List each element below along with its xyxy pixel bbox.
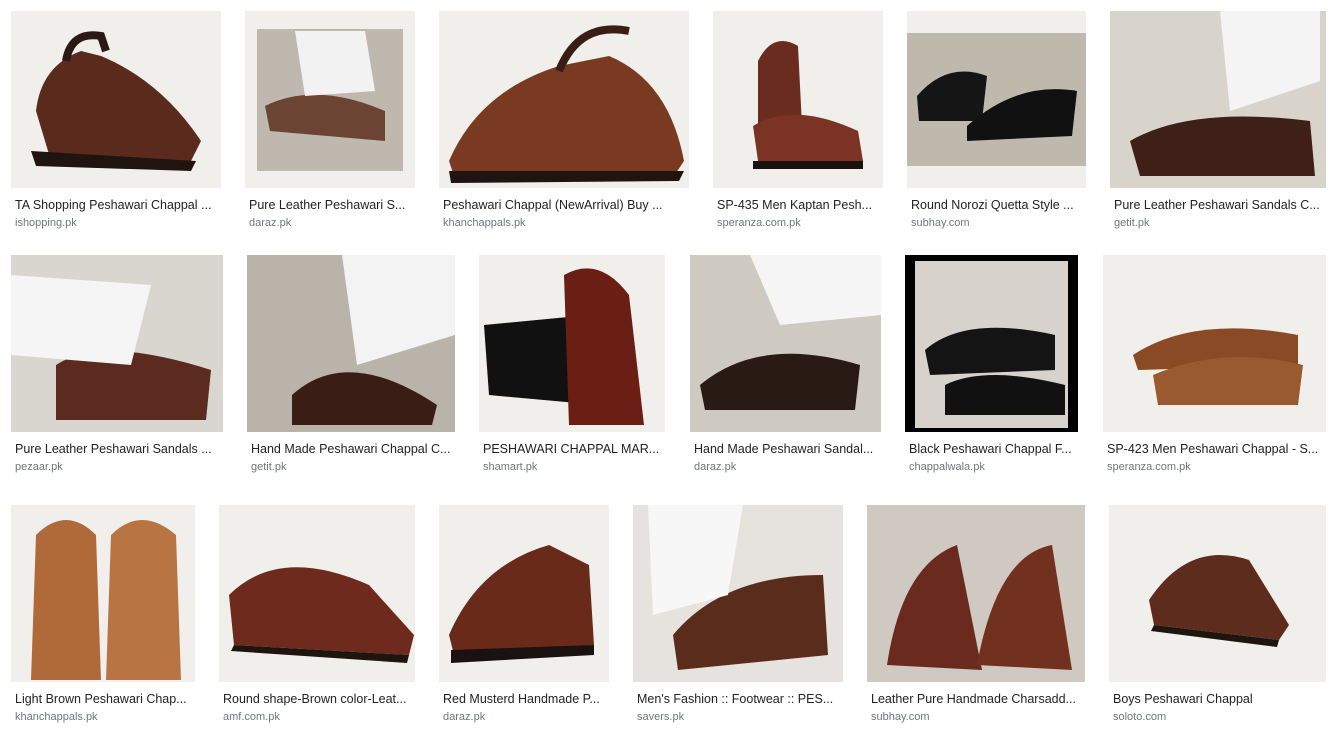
results-row: Pure Leather Peshawari Sandals ... pezaa… xyxy=(0,255,1341,495)
black-chappal-worn-icon xyxy=(690,255,881,432)
result-title[interactable]: Pure Leather Peshawari Sandals ... xyxy=(15,442,219,456)
result-title[interactable]: Pure Leather Peshawari Sandals C... xyxy=(1114,198,1322,212)
brown-chappal-worn-icon xyxy=(633,505,843,682)
results-row: Light Brown Peshawari Chap... khanchappa… xyxy=(0,505,1341,745)
image-result[interactable]: SP-435 Men Kaptan Pesh... speranza.com.p… xyxy=(713,11,883,247)
dark-brown-chappal-worn-icon xyxy=(1110,11,1326,188)
results-row: TA Shopping Peshawari Chappal ... ishopp… xyxy=(0,11,1341,251)
result-source: daraz.pk xyxy=(694,461,737,473)
result-source: speranza.com.pk xyxy=(717,217,801,229)
result-source: getit.pk xyxy=(251,461,287,473)
image-result[interactable]: Pure Leather Peshawari S... daraz.pk xyxy=(245,11,415,247)
result-title[interactable]: Round Norozi Quetta Style ... xyxy=(911,198,1082,212)
image-result[interactable]: Men's Fashion :: Footwear :: PES... save… xyxy=(633,505,843,741)
reddish-brown-chappal-icon xyxy=(31,31,201,171)
result-source: soloto.com xyxy=(1113,711,1167,723)
reddish-brown-chappal-icon xyxy=(449,25,684,183)
image-result[interactable]: Peshawari Chappal (NewArrival) Buy ... k… xyxy=(439,11,689,247)
result-title[interactable]: Leather Pure Handmade Charsadd... xyxy=(871,692,1081,706)
result-source: ishopping.pk xyxy=(15,217,77,229)
result-source: amf.com.pk xyxy=(223,711,280,723)
result-source: subhay.com xyxy=(871,711,930,723)
result-title[interactable]: SP-435 Men Kaptan Pesh... xyxy=(717,198,879,212)
result-title[interactable]: Pure Leather Peshawari S... xyxy=(249,198,411,212)
result-thumbnail[interactable] xyxy=(11,255,223,432)
image-result[interactable]: Pure Leather Peshawari Sandals ... pezaa… xyxy=(11,255,223,491)
reddish-brown-chappal-icon xyxy=(449,545,594,663)
image-result[interactable]: Red Musterd Handmade P... daraz.pk xyxy=(439,505,609,741)
result-thumbnail[interactable] xyxy=(1110,11,1326,188)
image-result[interactable]: Hand Made Peshawari Sandal... daraz.pk xyxy=(690,255,881,491)
result-source: speranza.com.pk xyxy=(1107,461,1191,473)
image-result[interactable]: Round shape-Brown color-Leat... amf.com.… xyxy=(219,505,415,741)
result-thumbnail[interactable] xyxy=(633,505,843,682)
brown-chappal-worn-icon xyxy=(257,29,403,171)
image-result[interactable]: Pure Leather Peshawari Sandals C... geti… xyxy=(1110,11,1326,247)
image-result[interactable]: PESHAWARI CHAPPAL MAR... shamart.pk xyxy=(479,255,665,491)
result-title[interactable]: SP-423 Men Peshawari Chappal - S... xyxy=(1107,442,1322,456)
black-chappal-worn-icon xyxy=(905,255,1078,432)
result-thumbnail[interactable] xyxy=(1109,505,1326,682)
result-title[interactable]: Hand Made Peshawari Sandal... xyxy=(694,442,877,456)
result-thumbnail[interactable] xyxy=(690,255,881,432)
result-title[interactable]: Boys Peshawari Chappal xyxy=(1113,692,1322,706)
result-source: daraz.pk xyxy=(443,711,486,723)
maroon-chappal-icon xyxy=(484,268,644,425)
result-thumbnail[interactable] xyxy=(713,11,883,188)
result-title[interactable]: Peshawari Chappal (NewArrival) Buy ... xyxy=(443,198,685,212)
dark-brown-chappal-worn-icon xyxy=(247,255,455,432)
result-thumbnail[interactable] xyxy=(247,255,455,432)
result-thumbnail[interactable] xyxy=(867,505,1085,682)
result-title[interactable]: Red Musterd Handmade P... xyxy=(443,692,605,706)
image-result[interactable]: Round Norozi Quetta Style ... subhay.com xyxy=(907,11,1086,247)
brown-chappal-pair-icon xyxy=(867,505,1085,682)
result-source: chappalwala.pk xyxy=(909,461,985,473)
result-source: getit.pk xyxy=(1114,217,1150,229)
result-thumbnail[interactable] xyxy=(219,505,415,682)
result-thumbnail[interactable] xyxy=(439,11,689,188)
result-thumbnail[interactable] xyxy=(439,505,609,682)
result-source: khanchappals.pk xyxy=(15,711,98,723)
image-result[interactable]: Light Brown Peshawari Chap... khanchappa… xyxy=(11,505,195,741)
result-thumbnail[interactable] xyxy=(11,11,221,188)
result-thumbnail[interactable] xyxy=(11,505,195,682)
result-thumbnail[interactable] xyxy=(907,11,1086,188)
result-title[interactable]: Round shape-Brown color-Leat... xyxy=(223,692,411,706)
result-title[interactable]: Hand Made Peshawari Chappal C... xyxy=(251,442,451,456)
brown-chappal-pair-icon xyxy=(753,41,863,169)
result-title[interactable]: Men's Fashion :: Footwear :: PES... xyxy=(637,692,839,706)
result-source: subhay.com xyxy=(911,217,970,229)
result-title[interactable]: TA Shopping Peshawari Chappal ... xyxy=(15,198,217,212)
image-result[interactable]: Black Peshawari Chappal F... chappalwala… xyxy=(905,255,1078,491)
result-thumbnail[interactable] xyxy=(905,255,1078,432)
light-brown-chappal-pair-icon xyxy=(31,520,181,680)
image-result[interactable]: Hand Made Peshawari Chappal C... getit.p… xyxy=(247,255,455,491)
brown-chappal-worn-icon xyxy=(11,255,223,432)
reddish-brown-chappal-icon xyxy=(229,567,414,663)
image-result[interactable]: TA Shopping Peshawari Chappal ... ishopp… xyxy=(11,11,221,247)
result-thumbnail[interactable] xyxy=(479,255,665,432)
result-thumbnail[interactable] xyxy=(245,11,415,188)
image-result[interactable]: Boys Peshawari Chappal soloto.com xyxy=(1109,505,1326,741)
result-source: khanchappals.pk xyxy=(443,217,526,229)
result-title[interactable]: Black Peshawari Chappal F... xyxy=(909,442,1074,456)
image-result[interactable]: SP-423 Men Peshawari Chappal - S... sper… xyxy=(1103,255,1326,491)
result-thumbnail[interactable] xyxy=(1103,255,1326,432)
result-source: daraz.pk xyxy=(249,217,292,229)
result-title[interactable]: Light Brown Peshawari Chap... xyxy=(15,692,191,706)
result-source: pezaar.pk xyxy=(15,461,63,473)
image-result[interactable]: Leather Pure Handmade Charsadd... subhay… xyxy=(867,505,1085,741)
result-source: savers.pk xyxy=(637,711,685,723)
result-title[interactable]: PESHAWARI CHAPPAL MAR... xyxy=(483,442,661,456)
result-source: shamart.pk xyxy=(483,461,538,473)
brown-chappal-pair-icon xyxy=(1133,328,1303,405)
black-chappal-pair-icon xyxy=(907,33,1086,166)
brown-chappal-icon xyxy=(1149,555,1289,647)
